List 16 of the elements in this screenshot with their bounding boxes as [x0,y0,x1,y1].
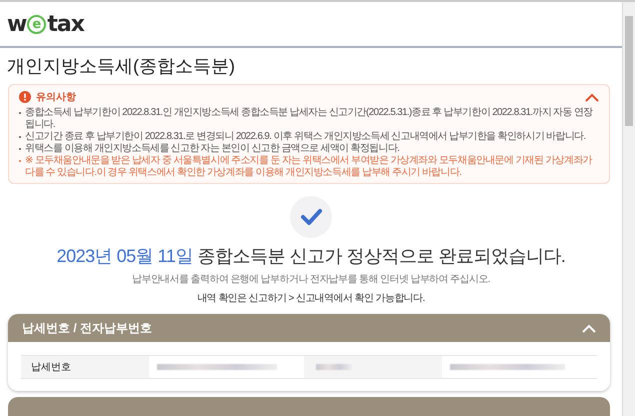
section-title: 납세번호 / 전자납부번호 [22,320,152,336]
completion-message: 2023년 05월 11일 종합소득분 신고가 정상적으로 완료되었습니다. [56,245,566,268]
notice-title: 유의사항 [36,91,76,104]
notice-text: 신고기간 종료 후 납부기한이 2022.8.31.로 변경되니 2022.6.9. 이후 위택스 개인지방소득세 신고내역에서 납부기한을 확인하시기 바랍니다. [25,131,586,143]
chevron-up-icon[interactable] [585,92,599,102]
notice-text: 종합소득세 납부기한이 2022.8.31.인 개인지방소득세 종합소득분 납세자는 신고기간(2022.5.31.)종료 후 납부기한이 2022.8.31.까지 자동 연장됩니다. [25,107,594,131]
field-label: 납세번호 [21,356,149,378]
notice-text: ※ 모두채움안내문을 받은 납세자 중 서울특별시에 주소지를 둔 자는 위택스에서 부여받은 가상계좌와 모두채움안내문에 기재된 가상계좌가 다를 수 있습니다.이 경우 위택스에서 확인한 가상계좌를 이용해 개인지방소득세를 납부해 주시기 바랍니다. [25,155,594,179]
checkmark-icon [290,196,332,238]
info-text: 내역 확인은 신고하기 > 신고내역에서 확인 가능합니다. [197,292,425,305]
notice-text: 위택스를 이용해 개인지방소득세를 신고한 자는 본인이 신고한 금액으로 세액이 확정됩니다. [25,143,400,155]
page-title: 개인지방소득세(종합소득분) [7,55,236,78]
info-text: 납부안내서를 출력하여 은행에 납부하거나 전자납부를 통해 인터넷 납부하여 주십시오. [132,273,490,286]
exclamation-icon [19,91,31,103]
redacted-value [316,364,352,370]
scrollbar[interactable] [622,2,635,416]
